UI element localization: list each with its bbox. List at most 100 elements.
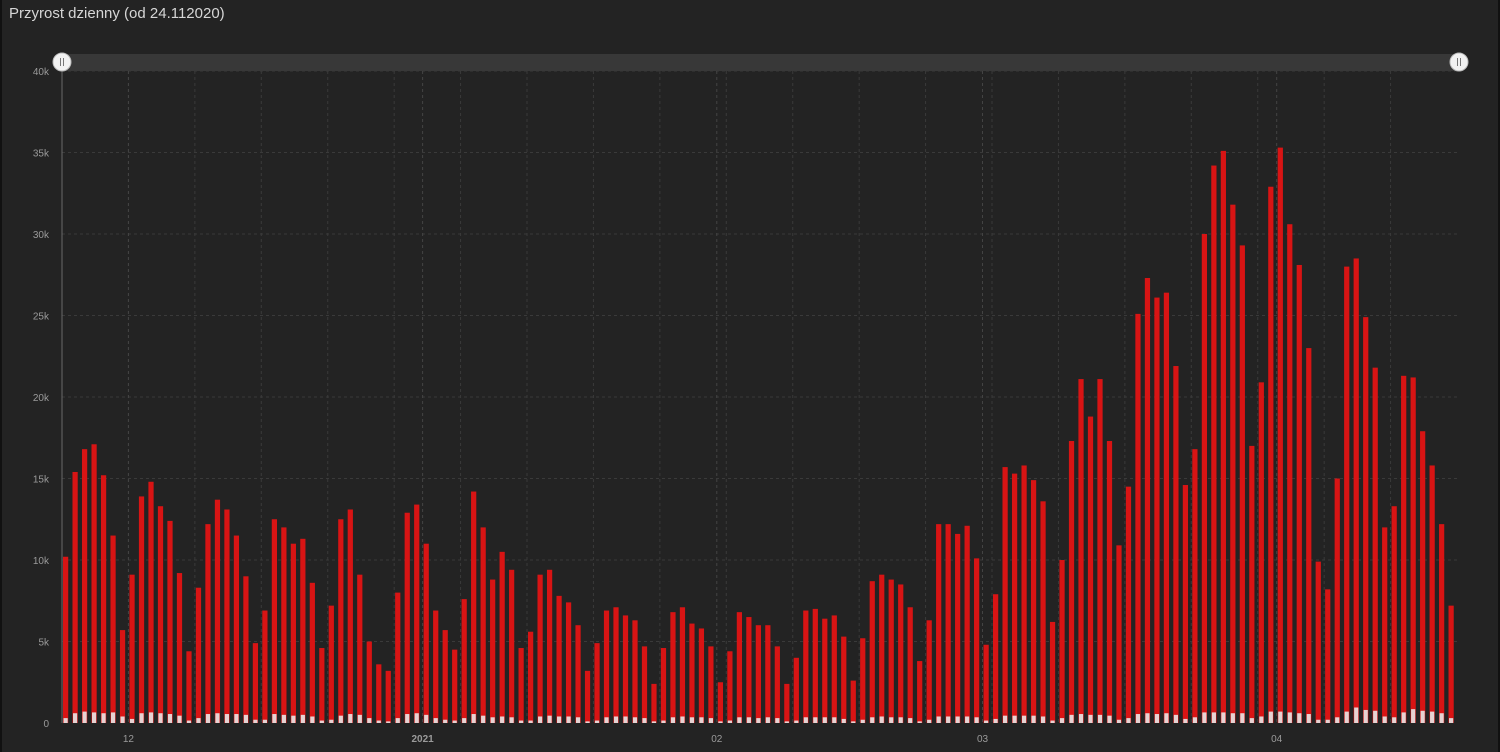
- bar-secondary: [851, 721, 856, 723]
- bar-primary: [727, 651, 733, 723]
- bar-secondary: [765, 717, 770, 723]
- bar-primary: [1268, 186, 1274, 724]
- range-handle-right[interactable]: [1449, 52, 1469, 72]
- range-handle-left[interactable]: [52, 52, 72, 72]
- bar-primary: [91, 444, 97, 723]
- handle-knob[interactable]: [1449, 52, 1469, 72]
- bar-secondary: [917, 721, 922, 723]
- bar-secondary: [1040, 716, 1046, 723]
- bar-secondary: [262, 719, 267, 723]
- bar-secondary: [310, 716, 315, 723]
- bar-secondary: [1012, 715, 1017, 723]
- bar-primary: [252, 643, 259, 723]
- bar-secondary: [129, 718, 135, 723]
- bar-secondary: [433, 718, 438, 723]
- bar-primary: [357, 574, 363, 723]
- bar-secondary: [1145, 713, 1150, 723]
- bar-primary: [803, 610, 809, 723]
- bar-secondary: [424, 714, 429, 723]
- bar-secondary: [471, 714, 476, 723]
- bar-primary: [461, 599, 467, 723]
- bar-secondary: [300, 714, 305, 723]
- bar-primary: [955, 533, 961, 723]
- bar-secondary: [386, 721, 391, 723]
- bar-chart: 0 5k 10k 15k 20k 25k 30k 35k 40k 12 2021 02 03 04: [33, 52, 1469, 745]
- bar-primary: [328, 605, 334, 723]
- bar-secondary: [746, 717, 751, 723]
- y-axis-ticks: 0 5k 10k 15k 20k 25k 30k 35k 40k: [33, 67, 50, 730]
- x-tick-label: 04: [1271, 734, 1283, 745]
- bar-primary: [879, 574, 885, 723]
- bar-primary: [72, 471, 78, 723]
- bar-secondary: [1116, 719, 1122, 723]
- bar-secondary: [737, 717, 742, 723]
- range-scrollbar[interactable]: [52, 52, 1469, 72]
- bar-secondary: [1268, 711, 1273, 723]
- bar-secondary: [993, 718, 998, 723]
- bar-secondary: [604, 717, 609, 723]
- bar-primary: [281, 527, 287, 723]
- bar-primary: [1211, 165, 1217, 724]
- bar-secondary: [500, 716, 505, 723]
- bar-primary: [1363, 317, 1369, 723]
- bar-primary: [793, 657, 799, 723]
- bar-primary: [869, 581, 875, 723]
- y-tick-label: 5k: [38, 638, 50, 649]
- bar-secondary: [1192, 717, 1197, 723]
- bar-primary: [1002, 467, 1008, 723]
- bar-primary: [1230, 204, 1236, 723]
- bar-primary: [641, 646, 648, 723]
- bar-primary: [736, 612, 742, 723]
- bar-secondary: [414, 713, 419, 723]
- bar-primary: [1040, 501, 1046, 723]
- bar-secondary: [376, 720, 381, 723]
- bar-secondary: [224, 714, 230, 723]
- bar-primary: [224, 509, 230, 723]
- bar-secondary: [1392, 717, 1397, 723]
- bar-secondary: [1278, 711, 1283, 723]
- bar-primary: [1353, 258, 1359, 723]
- bar-secondary: [727, 720, 732, 723]
- bar-primary: [926, 620, 932, 723]
- bar-secondary: [243, 714, 249, 723]
- bar-primary: [717, 682, 724, 723]
- bar-primary: [499, 551, 505, 723]
- bar-secondary: [756, 718, 761, 723]
- bar-secondary: [338, 715, 343, 723]
- bar-primary: [1106, 441, 1113, 723]
- bar-secondary: [1297, 713, 1302, 723]
- bar-primary: [1087, 416, 1094, 723]
- bar-secondary: [205, 714, 211, 723]
- bar-primary: [1097, 379, 1103, 723]
- bar-primary: [442, 630, 448, 723]
- bar-primary: [195, 587, 202, 723]
- bar-primary: [1344, 266, 1350, 723]
- bar-secondary: [481, 715, 486, 723]
- handle-knob[interactable]: [52, 52, 72, 72]
- bar-primary: [480, 527, 486, 723]
- scroll-track[interactable]: [62, 54, 1460, 71]
- bar-secondary: [177, 715, 182, 723]
- bar-secondary: [1449, 718, 1454, 723]
- bar-primary: [157, 506, 164, 723]
- bar-secondary: [556, 716, 562, 723]
- bar-primary: [167, 520, 173, 723]
- bar-primary: [594, 643, 600, 723]
- bar-secondary: [1059, 718, 1065, 723]
- bar-primary: [414, 504, 420, 723]
- bar-primary: [888, 579, 894, 723]
- bar-primary: [575, 625, 581, 723]
- bar-primary: [603, 610, 610, 723]
- bar-secondary: [1003, 715, 1008, 723]
- y-tick-label: 10k: [33, 556, 50, 567]
- bar-secondary: [395, 718, 400, 723]
- bar-secondary: [775, 718, 780, 723]
- bar-primary: [1059, 560, 1065, 723]
- x-tick-label: 03: [977, 734, 989, 745]
- bar-secondary: [575, 717, 581, 723]
- bar-primary: [1154, 297, 1160, 723]
- bar-primary: [1173, 366, 1179, 723]
- bar-secondary: [329, 719, 334, 723]
- bar-primary: [138, 496, 145, 723]
- bar-primary: [186, 651, 192, 723]
